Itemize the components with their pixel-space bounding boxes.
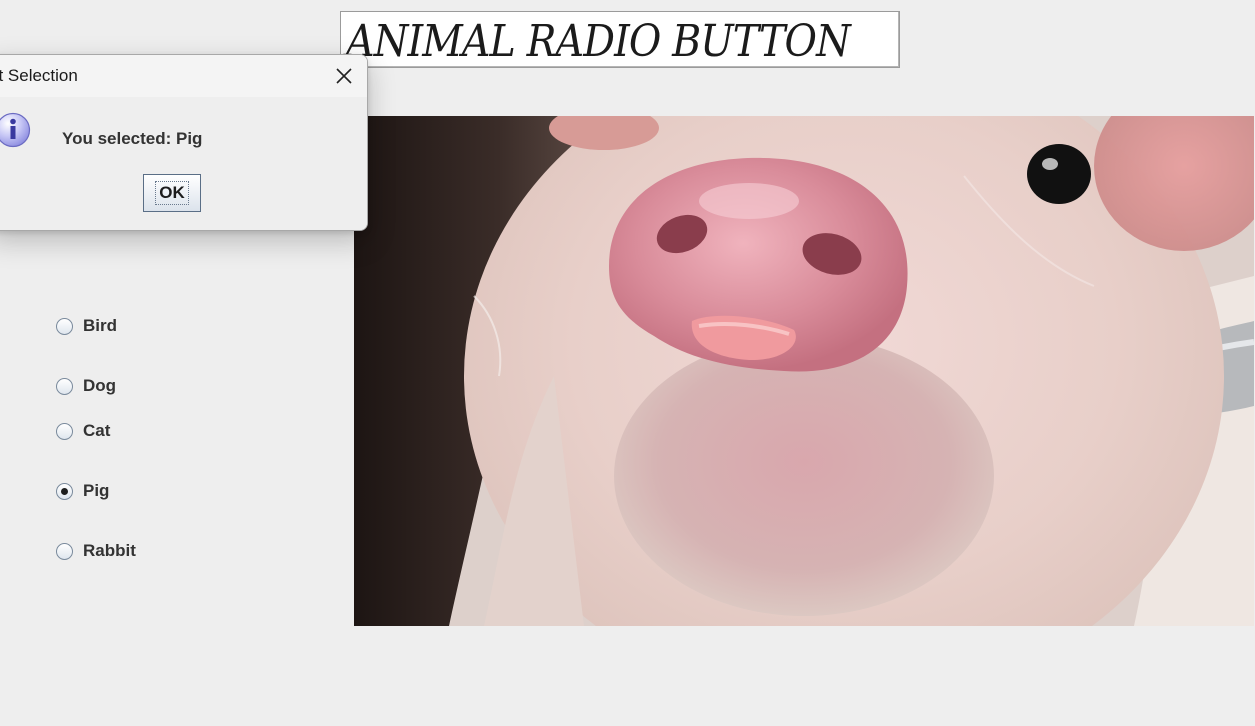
close-icon[interactable] bbox=[331, 63, 357, 89]
radio-dog[interactable]: Dog bbox=[56, 375, 116, 397]
radio-indicator-selected[interactable] bbox=[56, 482, 73, 500]
title-banner: ANIMAL RADIO BUTTON bbox=[340, 11, 900, 68]
radio-label: Cat bbox=[83, 421, 111, 440]
radio-indicator[interactable] bbox=[56, 542, 73, 560]
radio-rabbit[interactable]: Rabbit bbox=[56, 540, 136, 562]
dialog-title: et Selection bbox=[0, 66, 78, 85]
radio-cat[interactable]: Cat bbox=[56, 420, 110, 442]
animal-photo bbox=[354, 116, 1254, 626]
radio-indicator[interactable] bbox=[56, 377, 73, 395]
message-dialog: et Selection You sele bbox=[0, 54, 368, 231]
pig-photo-image bbox=[354, 116, 1254, 626]
radio-pig[interactable]: Pig bbox=[56, 480, 109, 502]
radio-bird[interactable]: Bird bbox=[56, 315, 117, 337]
banner-title: ANIMAL RADIO BUTTON bbox=[346, 16, 851, 67]
dialog-message: You selected: Pig bbox=[62, 129, 203, 148]
dialog-body: You selected: Pig OK bbox=[0, 97, 367, 230]
radio-indicator[interactable] bbox=[56, 317, 73, 335]
ok-button[interactable]: OK bbox=[143, 174, 201, 212]
radio-label: Rabbit bbox=[83, 541, 136, 560]
radio-indicator[interactable] bbox=[56, 422, 73, 440]
radio-label: Dog bbox=[83, 376, 117, 395]
dialog-titlebar[interactable]: et Selection bbox=[0, 55, 367, 97]
app-window: ANIMAL RADIO BUTTON Bird Dog Cat Pig Rab… bbox=[0, 0, 1255, 726]
ok-button-label: OK bbox=[155, 181, 189, 205]
radio-label: Pig bbox=[83, 481, 110, 500]
radio-label: Bird bbox=[83, 316, 117, 335]
info-icon bbox=[0, 112, 31, 148]
